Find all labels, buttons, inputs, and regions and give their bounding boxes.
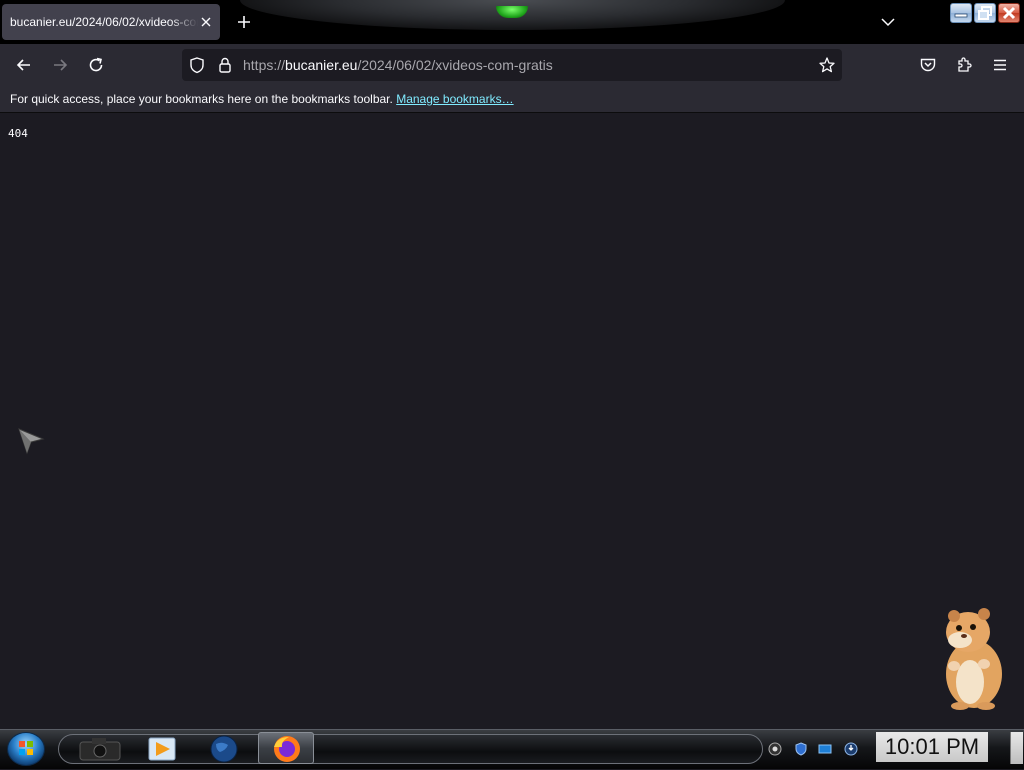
close-window-button[interactable]	[998, 3, 1020, 23]
url-bar[interactable]: https://bucanier.eu/2024/06/02/xvideos-c…	[182, 49, 842, 81]
url-text[interactable]: https://bucanier.eu/2024/06/02/xvideos-c…	[243, 57, 553, 73]
taskbar-clock[interactable]: 10:01 PM	[876, 732, 988, 762]
error-code-text: 404	[8, 127, 28, 140]
extensions-puzzle-icon[interactable]	[955, 56, 973, 74]
start-button[interactable]	[7, 732, 45, 766]
taskbar-firefox-button[interactable]	[258, 732, 314, 764]
manage-bookmarks-link[interactable]: Manage bookmarks…	[396, 92, 513, 106]
system-tray	[766, 736, 876, 762]
hamburger-menu-icon[interactable]	[991, 56, 1009, 74]
pocket-icon[interactable]	[919, 56, 937, 74]
navigation-toolbar: https://bucanier.eu/2024/06/02/xvideos-c…	[0, 44, 1024, 86]
bookmarks-hint-text: For quick access, place your bookmarks h…	[10, 92, 393, 106]
taskbar-camera-app-button[interactable]	[72, 732, 128, 764]
url-host: bucanier.eu	[285, 57, 358, 73]
bookmarks-hint: For quick access, place your bookmarks h…	[10, 86, 514, 112]
list-all-tabs-icon[interactable]	[880, 15, 896, 29]
network-tray-icon[interactable]	[818, 742, 832, 756]
reload-icon[interactable]	[87, 56, 105, 74]
security-shield-tray-icon[interactable]	[794, 742, 808, 756]
forward-arrow-icon[interactable]	[51, 56, 69, 74]
taskbar-globe-browser-button[interactable]	[196, 732, 252, 764]
bookmarks-toolbar: For quick access, place your bookmarks h…	[0, 86, 1024, 113]
lock-icon[interactable]	[216, 56, 234, 74]
mouse-cursor-icon	[17, 427, 45, 460]
hamster-mascot-icon	[930, 604, 1010, 717]
volume-tray-icon[interactable]	[768, 742, 782, 756]
taskbar: 10:01 PM	[0, 729, 1024, 769]
back-arrow-icon[interactable]	[15, 56, 33, 74]
update-tray-icon[interactable]	[844, 742, 858, 756]
restore-button[interactable]	[974, 3, 996, 23]
bookmark-star-icon[interactable]	[818, 56, 836, 74]
page-content: 404	[0, 113, 1024, 729]
tab-active[interactable]: bucanier.eu/2024/06/02/xvideos-com-grati…	[2, 4, 220, 40]
tracking-protection-shield-icon[interactable]	[188, 56, 206, 74]
url-scheme: https://	[243, 57, 286, 73]
taskbar-media-player-button[interactable]	[134, 732, 190, 764]
new-tab-icon[interactable]	[236, 14, 252, 30]
tab-title: bucanier.eu/2024/06/02/xvideos-com-grati…	[10, 15, 198, 29]
show-desktop-button[interactable]	[1010, 732, 1023, 764]
minimize-button[interactable]	[950, 3, 972, 23]
close-tab-icon[interactable]	[198, 14, 214, 30]
tab-strip: bucanier.eu/2024/06/02/xvideos-com-grati…	[0, 0, 1024, 44]
url-path: /2024/06/02/xvideos-com-gratis	[357, 57, 553, 73]
